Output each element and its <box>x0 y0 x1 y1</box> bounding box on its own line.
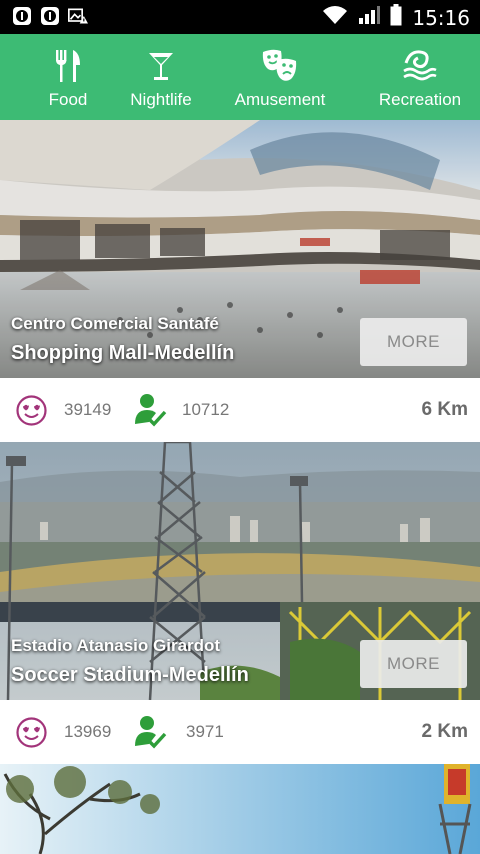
category-bar: Food Nightlife Amusement Recreation <box>0 34 480 120</box>
likes-count: 13969 <box>64 722 112 741</box>
distance-label: 2 Km <box>421 721 468 742</box>
place-card[interactable]: Estadio Atanasio Girardot Soccer Stadium… <box>0 442 480 764</box>
theater-masks-icon <box>261 46 299 86</box>
signal-icon <box>358 5 381 30</box>
place-photo[interactable]: Centro Comercial Santafé Shopping Mall-M… <box>0 120 480 378</box>
category-recreation[interactable]: Recreation <box>360 34 480 120</box>
heart-face-icon[interactable] <box>16 395 47 431</box>
distance-label: 6 Km <box>421 399 468 420</box>
place-name: Estadio Atanasio Girardot <box>11 636 221 655</box>
place-stats: 13969 3971 2 Km <box>0 700 480 764</box>
outdoor-image <box>0 764 480 854</box>
user-check-icon[interactable] <box>133 392 167 433</box>
image-warning-icon <box>68 6 88 26</box>
wifi-icon <box>322 5 348 30</box>
status-bar: 15:16 <box>0 0 480 34</box>
notification-icon <box>12 6 32 26</box>
place-photo[interactable] <box>0 764 480 854</box>
place-photo[interactable]: Estadio Atanasio Girardot Soccer Stadium… <box>0 442 480 700</box>
place-card[interactable]: Centro Comercial Santafé Shopping Mall-M… <box>0 120 480 442</box>
category-label: Nightlife <box>130 90 192 109</box>
place-subtitle: Shopping Mall-Medellín <box>11 342 235 364</box>
category-label: Amusement <box>234 90 326 109</box>
visits-count: 10712 <box>182 400 230 419</box>
visits-count: 3971 <box>186 722 224 741</box>
place-name: Centro Comercial Santafé <box>11 314 219 333</box>
heart-face-icon[interactable] <box>16 717 47 753</box>
user-check-icon[interactable] <box>133 714 167 755</box>
cocktail-icon <box>148 46 174 86</box>
more-button[interactable]: MORE <box>360 318 467 366</box>
category-food[interactable]: Food <box>0 34 136 120</box>
more-button[interactable]: MORE <box>360 640 467 688</box>
category-label: Recreation <box>378 90 462 109</box>
category-nightlife[interactable]: Nightlife <box>122 34 200 120</box>
fork-knife-icon <box>54 46 82 86</box>
category-amusement[interactable]: Amusement <box>216 34 344 120</box>
notification-icon <box>40 6 60 26</box>
waves-icon <box>402 46 438 86</box>
category-label: Food <box>48 90 88 109</box>
battery-icon <box>390 4 402 31</box>
place-stats: 39149 10712 6 Km <box>0 378 480 442</box>
clock: 15:16 <box>412 5 470 30</box>
place-subtitle: Soccer Stadium-Medellín <box>11 664 249 686</box>
place-card[interactable] <box>0 764 480 854</box>
likes-count: 39149 <box>64 400 112 419</box>
